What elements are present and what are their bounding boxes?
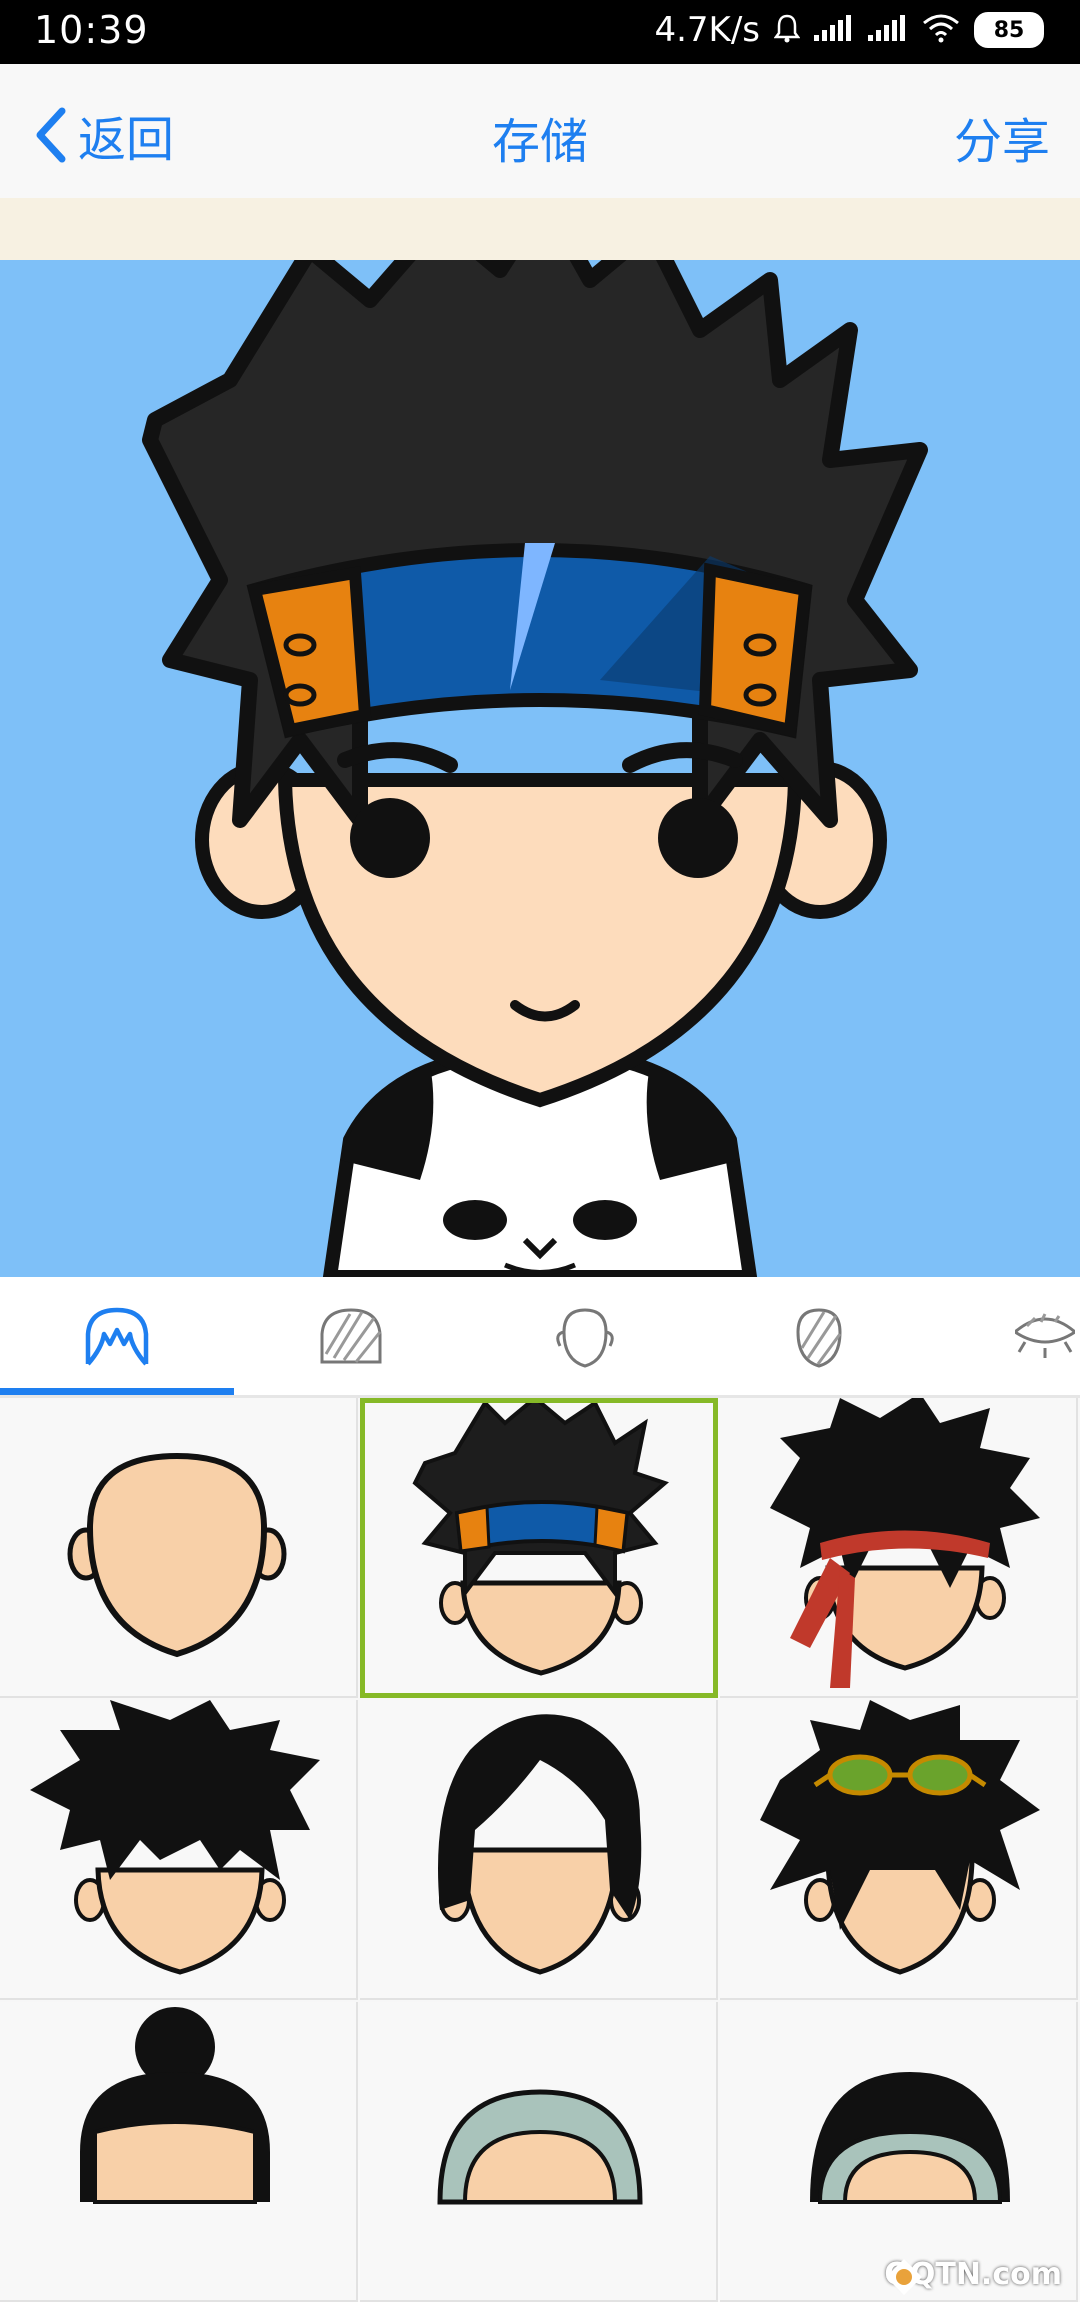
notice-strip <box>0 198 1080 260</box>
hairstyle-option-gray-helmet[interactable] <box>360 2002 718 2302</box>
tab-face-shape[interactable] <box>711 1277 927 1397</box>
chevron-left-icon <box>36 107 66 163</box>
tab-eyes[interactable] <box>945 1277 1080 1397</box>
hair-outline-icon <box>85 1307 149 1366</box>
hairstyle-option-side-part[interactable] <box>360 1700 718 2000</box>
save-button[interactable]: 存储 <box>492 114 588 170</box>
signal-icon <box>868 13 908 47</box>
nav-bar: 返回 存储 分享 <box>0 64 1080 198</box>
hairstyle-grid: QQTN.com <box>0 1398 1080 2302</box>
bell-icon <box>773 13 801 47</box>
hairstyle-option-wild-messy[interactable] <box>0 1700 358 2000</box>
hairstyle-option-bun[interactable] <box>0 2002 358 2302</box>
back-label: 返回 <box>78 112 175 168</box>
status-icons: 4.7K/s 85 <box>654 10 1044 50</box>
hairstyle-option-messy-red-bandana[interactable] <box>720 1398 1078 1698</box>
hairstyle-option-bald[interactable] <box>0 1398 358 1698</box>
avatar-preview <box>0 260 1080 1277</box>
wifi-icon <box>922 13 960 47</box>
tab-hair[interactable] <box>9 1277 225 1397</box>
category-tabs <box>0 1277 1080 1397</box>
network-speed: 4.7K/s <box>654 10 760 50</box>
eye-icon <box>1015 1313 1075 1358</box>
signal-icon <box>814 13 854 47</box>
avatar-illustration <box>142 260 928 1277</box>
status-time: 10:39 <box>34 8 149 52</box>
tab-face[interactable] <box>477 1277 693 1397</box>
hairstyle-option-short-gray[interactable]: QQTN.com <box>720 2002 1078 2302</box>
hairstyle-option-spiky-goggles[interactable] <box>720 1700 1078 2000</box>
site-watermark: QQTN.com <box>884 2257 1062 2295</box>
hair-shaded-icon <box>320 1308 382 1364</box>
status-bar: 10:39 4.7K/s 85 <box>0 0 1080 64</box>
watermark-logo-icon <box>886 2259 923 2295</box>
share-button[interactable]: 分享 <box>954 102 1050 172</box>
face-outline-icon <box>556 1308 614 1368</box>
face-shaded-icon <box>796 1308 842 1368</box>
hairstyle-option-spiky-headband[interactable] <box>360 1398 718 1698</box>
battery-icon: 85 <box>974 12 1044 48</box>
back-button[interactable]: 返回 <box>32 100 174 170</box>
tab-hair-style[interactable] <box>243 1277 459 1397</box>
tab-indicator <box>0 1388 234 1395</box>
